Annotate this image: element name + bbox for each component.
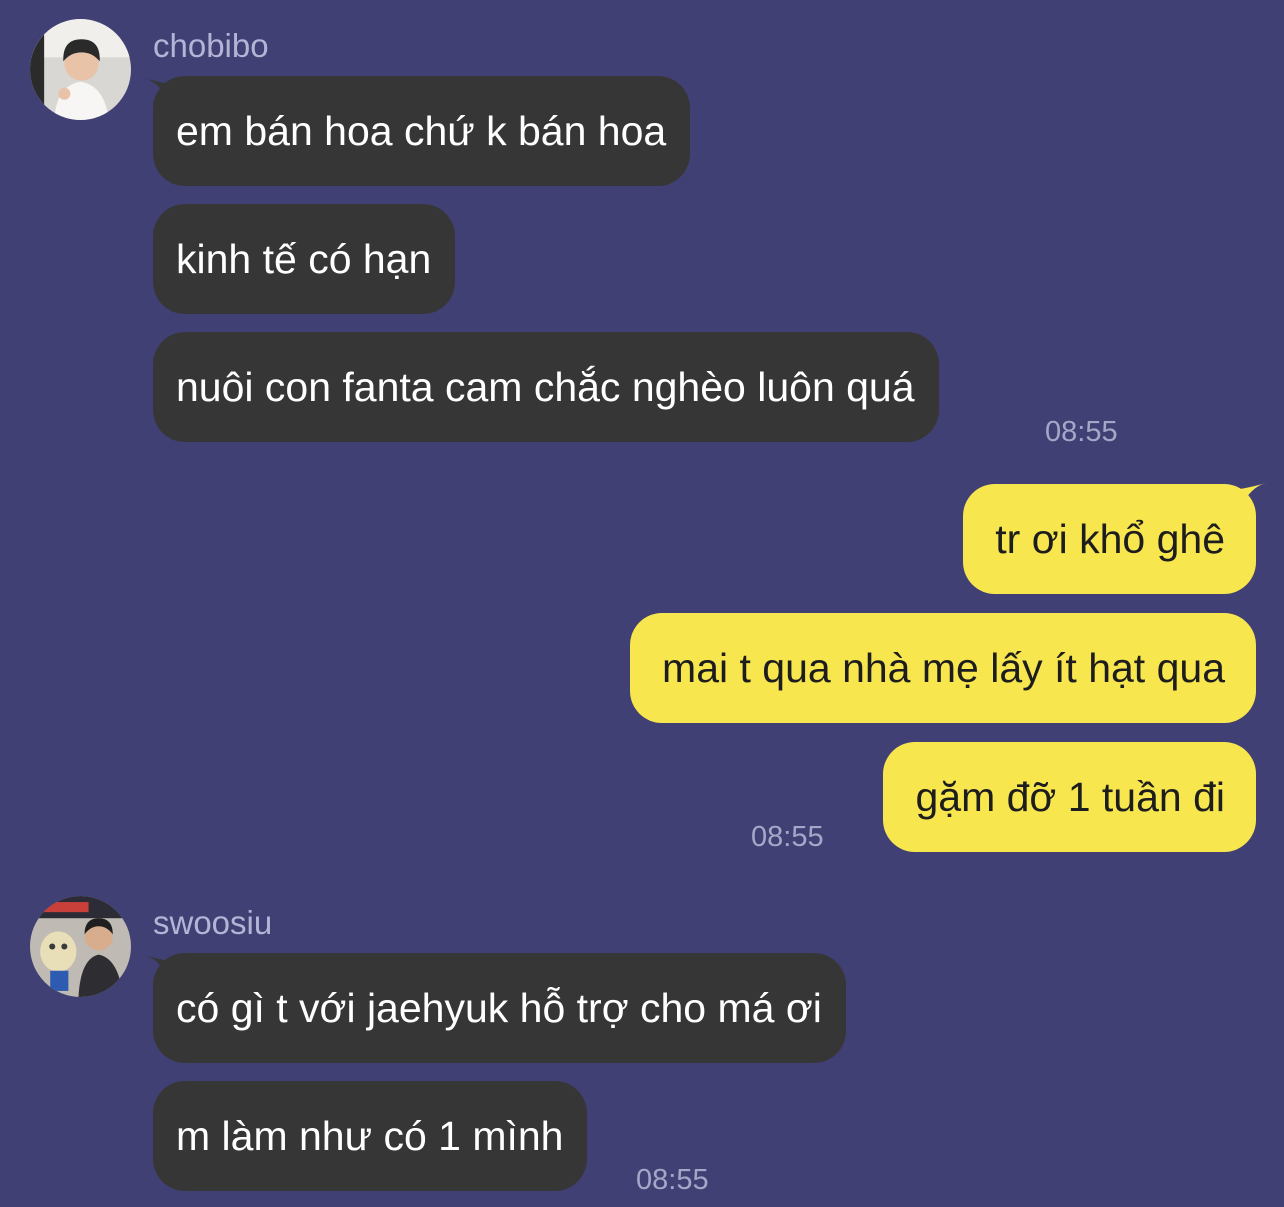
message-timestamp: 08:55: [1045, 416, 1118, 448]
message-bubble[interactable]: có gì t với jaehyuk hỗ trợ cho má ơi: [153, 953, 846, 1063]
message-bubble[interactable]: gặm đỡ 1 tuần đi: [883, 742, 1256, 852]
message-bubble[interactable]: kinh tế có hạn: [153, 204, 456, 314]
profile-photo-icon: [30, 896, 131, 997]
avatar-swoosiu[interactable]: [30, 896, 131, 997]
message-timestamp: 08:55: [636, 1164, 709, 1196]
sender-name-swoosiu: swoosiu: [153, 904, 273, 941]
message-timestamp: 08:55: [751, 821, 824, 853]
message-bubble[interactable]: tr ơi khổ ghê: [963, 484, 1256, 594]
avatar-chobibo[interactable]: [30, 19, 131, 120]
message-bubble[interactable]: em bán hoa chứ k bán hoa: [153, 76, 691, 186]
sender-name-chobibo: chobibo: [153, 27, 269, 64]
profile-photo-icon: [30, 19, 131, 120]
message-bubble[interactable]: m làm như có 1 mình: [153, 1081, 588, 1191]
message-bubble[interactable]: mai t qua nhà mẹ lấy ít hạt qua: [630, 613, 1256, 723]
message-bubble[interactable]: nuôi con fanta cam chắc nghèo luôn quá: [153, 332, 939, 442]
